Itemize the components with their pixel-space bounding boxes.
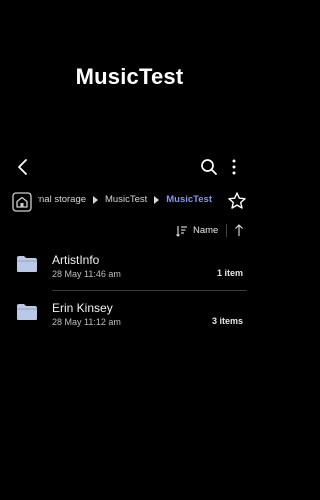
- file-date: 28 May 11:46 am: [52, 269, 121, 279]
- item-count: 3 items: [211, 316, 243, 326]
- list-item[interactable]: ArtistInfo 28 May 11:46 am 1 item: [0, 244, 259, 292]
- file-name: Erin Kinsey: [52, 301, 113, 315]
- page-title: MusicTest: [75, 64, 184, 89]
- search-icon[interactable]: [198, 156, 220, 178]
- breadcrumb-item-current[interactable]: MusicTest: [166, 194, 212, 205]
- chevron-right-icon: [154, 195, 160, 204]
- toolbar: [0, 154, 259, 180]
- more-vertical-icon[interactable]: [224, 156, 244, 178]
- sort-by-label[interactable]: Name: [193, 225, 218, 236]
- chevron-right-icon: [93, 195, 99, 204]
- file-list: ArtistInfo 28 May 11:46 am 1 item Erin K…: [0, 244, 259, 340]
- divider: [52, 290, 247, 291]
- sort-bar: Name: [0, 222, 259, 240]
- breadcrumb-path: Internal storage MusicTest MusicTest: [38, 194, 220, 210]
- item-count: 1 item: [216, 268, 243, 278]
- home-icon[interactable]: [12, 192, 32, 212]
- list-item[interactable]: Erin Kinsey 28 May 11:12 am 3 items: [0, 292, 259, 340]
- chevron-left-icon[interactable]: [12, 156, 34, 178]
- folder-icon: [17, 256, 37, 272]
- star-outline-icon[interactable]: [227, 191, 247, 211]
- folder-icon: [17, 304, 37, 320]
- arrow-up-icon[interactable]: [233, 223, 245, 237]
- breadcrumb-item-musictest[interactable]: MusicTest: [105, 194, 147, 205]
- sort-icon[interactable]: [176, 225, 188, 237]
- file-name: ArtistInfo: [52, 253, 100, 267]
- divider: [226, 224, 227, 237]
- breadcrumb-item-internal-storage[interactable]: Internal storage: [38, 194, 86, 205]
- file-date: 28 May 11:12 am: [52, 317, 121, 327]
- breadcrumb: Internal storage MusicTest MusicTest: [0, 190, 259, 214]
